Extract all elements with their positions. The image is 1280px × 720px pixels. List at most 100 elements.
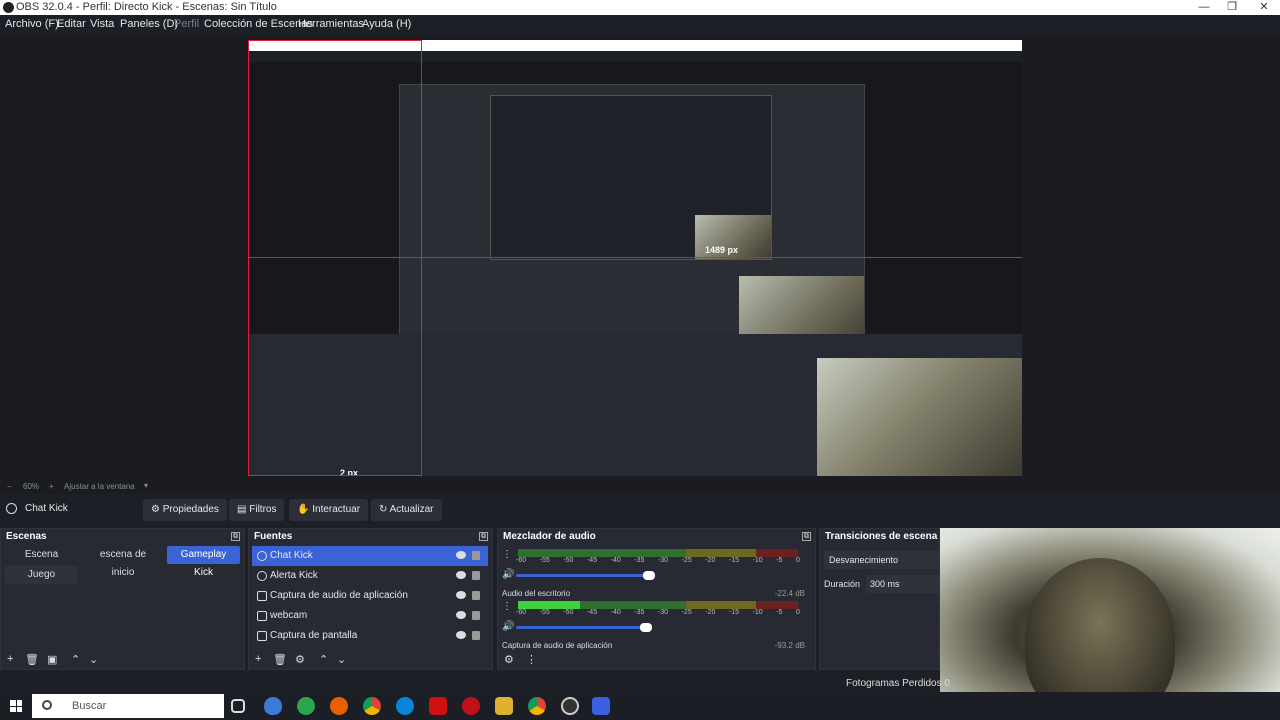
meter-tick: -55 bbox=[539, 609, 550, 616]
scene-transitions-dock: Transiciones de escena Desvanecimiento D… bbox=[819, 528, 940, 670]
gear-icon[interactable]: ⚙ bbox=[504, 653, 514, 666]
chevron-down-icon[interactable]: ⌄ bbox=[89, 653, 98, 666]
menu-editar[interactable]: Editar bbox=[57, 18, 86, 30]
audio-meter-2 bbox=[518, 601, 798, 609]
menu-perfil[interactable]: Perfil bbox=[174, 18, 199, 30]
menu-paneles[interactable]: Paneles (D) bbox=[120, 18, 178, 30]
opera-icon[interactable] bbox=[462, 697, 480, 715]
scene-gameplay-kick[interactable]: Gameplay Kick bbox=[167, 546, 240, 578]
meter-tick: -30 bbox=[657, 609, 669, 616]
menu-ayuda[interactable]: Ayuda (H) bbox=[362, 18, 411, 30]
chrome-icon-2[interactable] bbox=[528, 697, 546, 715]
undock-icon[interactable]: ⧉ bbox=[802, 532, 811, 541]
nested-webcam bbox=[817, 358, 1022, 476]
lock-icon[interactable] bbox=[472, 571, 480, 580]
properties-label: Propiedades bbox=[162, 504, 219, 515]
source-captura-pantalla[interactable]: Captura de pantalla bbox=[252, 626, 488, 646]
taskbar-search-box[interactable]: Buscar bbox=[32, 694, 224, 718]
source-captura-audio-aplicacion[interactable]: Captura de audio de aplicación bbox=[252, 586, 488, 606]
menu-archivo[interactable]: Archivo (F) bbox=[5, 18, 59, 30]
properties-button[interactable]: ⚙ Propiedades bbox=[143, 499, 227, 521]
wps-icon[interactable] bbox=[429, 697, 447, 715]
eye-icon[interactable] bbox=[456, 611, 466, 619]
scene-escena-de-inicio[interactable]: escena de inicio bbox=[84, 546, 162, 578]
source-label: Captura de audio de aplicación bbox=[270, 590, 408, 601]
source-toolbar: Chat Kick ⚙ Propiedades ▤ Filtros ✋ Inte… bbox=[0, 497, 1280, 523]
app-icon[interactable] bbox=[592, 697, 610, 715]
lock-icon[interactable] bbox=[472, 591, 480, 600]
meter-scale-2: -60 -55 -50 -45 -40 -35 -30 -25 -20 -15 -10 -5 0 bbox=[516, 609, 800, 617]
zoom-fit-dropdown[interactable]: Ajustar a la ventana bbox=[64, 482, 135, 491]
zoom-in-button[interactable]: + bbox=[49, 482, 54, 491]
eye-icon[interactable] bbox=[456, 551, 466, 559]
scene-transitions-header: Transiciones de escena bbox=[820, 529, 939, 545]
undock-icon[interactable]: ⧉ bbox=[231, 532, 240, 541]
lock-icon[interactable] bbox=[472, 631, 480, 640]
preview-canvas[interactable]: 1489 px 2 px bbox=[248, 40, 1022, 476]
nested-obs-level-3 bbox=[490, 95, 772, 260]
trash-icon[interactable]: 🗑 bbox=[273, 653, 287, 666]
undock-icon[interactable]: ⧉ bbox=[479, 532, 488, 541]
window-source-icon bbox=[257, 591, 267, 601]
scene-juego[interactable]: Juego bbox=[5, 566, 78, 584]
slider-knob[interactable] bbox=[643, 571, 655, 580]
meter-tick: -40 bbox=[610, 557, 621, 564]
add-icon[interactable]: + bbox=[7, 653, 13, 665]
scene-escena[interactable]: Escena bbox=[5, 546, 78, 564]
nested-obs-level-2 bbox=[399, 84, 865, 349]
browser-source-icon bbox=[6, 503, 17, 514]
trash-icon[interactable]: 🗑 bbox=[25, 653, 39, 666]
source-webcam[interactable]: webcam bbox=[252, 606, 488, 626]
windows-start-icon[interactable] bbox=[10, 700, 22, 712]
kebab-menu-icon[interactable]: ⋮ bbox=[502, 601, 512, 612]
filters-button[interactable]: ▤ Filtros bbox=[229, 499, 285, 521]
close-button[interactable]: ✕ bbox=[1252, 0, 1276, 15]
firefox-icon[interactable] bbox=[330, 697, 348, 715]
kebab-menu-icon[interactable]: ⋮ bbox=[526, 653, 537, 666]
eye-icon[interactable] bbox=[456, 571, 466, 579]
slider-knob[interactable] bbox=[640, 623, 653, 632]
kebab-menu-icon[interactable]: ⋮ bbox=[502, 549, 512, 560]
source-chat-kick[interactable]: Chat Kick bbox=[252, 546, 488, 566]
folder-icon[interactable] bbox=[495, 697, 513, 715]
minimize-button[interactable]: — bbox=[1192, 0, 1216, 15]
preview-canvas-area[interactable]: 1489 px 2 px bbox=[0, 34, 1280, 480]
menu-coleccion-escenas[interactable]: Colección de Escenas bbox=[204, 18, 313, 30]
eye-icon[interactable] bbox=[456, 631, 466, 639]
volume-slider-1[interactable] bbox=[516, 571, 655, 580]
edge-icon[interactable] bbox=[396, 697, 414, 715]
transition-select[interactable]: Desvanecimiento bbox=[824, 551, 939, 569]
obs-icon[interactable] bbox=[561, 697, 579, 715]
speaker-icon[interactable]: 🔊 bbox=[502, 569, 514, 580]
interact-button[interactable]: ✋ Interactuar bbox=[289, 499, 369, 521]
task-view-icon[interactable] bbox=[231, 699, 245, 713]
upwork-icon[interactable] bbox=[297, 697, 315, 715]
zoom-value: 60% bbox=[23, 482, 40, 491]
chrome-icon[interactable] bbox=[363, 697, 381, 715]
filters-label: Filtros bbox=[249, 504, 277, 515]
maximize-button[interactable]: ❐ bbox=[1220, 0, 1244, 15]
menu-herramientas[interactable]: Herramientas bbox=[298, 18, 364, 30]
chevron-up-icon[interactable]: ⌃ bbox=[71, 653, 80, 666]
refresh-button[interactable]: ↻ Actualizar bbox=[371, 499, 442, 521]
eye-icon[interactable] bbox=[456, 591, 466, 599]
meter-tick: -5 bbox=[776, 557, 783, 564]
chevron-down-icon[interactable]: ⌄ bbox=[337, 653, 346, 666]
zoom-out-button[interactable]: − bbox=[7, 482, 12, 491]
lock-icon[interactable] bbox=[472, 611, 480, 620]
shield-icon[interactable] bbox=[264, 697, 282, 715]
lock-icon[interactable] bbox=[472, 551, 480, 560]
add-icon[interactable]: + bbox=[255, 653, 261, 665]
filter-icon[interactable]: ▣ bbox=[47, 653, 57, 666]
speaker-icon[interactable]: 🔊 bbox=[502, 621, 514, 632]
menu-vista[interactable]: Vista bbox=[90, 18, 114, 30]
search-icon bbox=[42, 700, 52, 710]
source-label: Captura de pantalla bbox=[270, 630, 358, 641]
chevron-down-icon[interactable]: ▾ bbox=[144, 481, 148, 490]
volume-slider-2[interactable] bbox=[516, 623, 653, 632]
source-alerta-kick[interactable]: Alerta Kick bbox=[252, 566, 488, 586]
duration-input[interactable]: 300 ms bbox=[866, 575, 939, 593]
chevron-up-icon[interactable]: ⌃ bbox=[319, 653, 328, 666]
meter-tick: -15 bbox=[728, 609, 740, 616]
gear-icon[interactable]: ⚙ bbox=[295, 653, 305, 666]
